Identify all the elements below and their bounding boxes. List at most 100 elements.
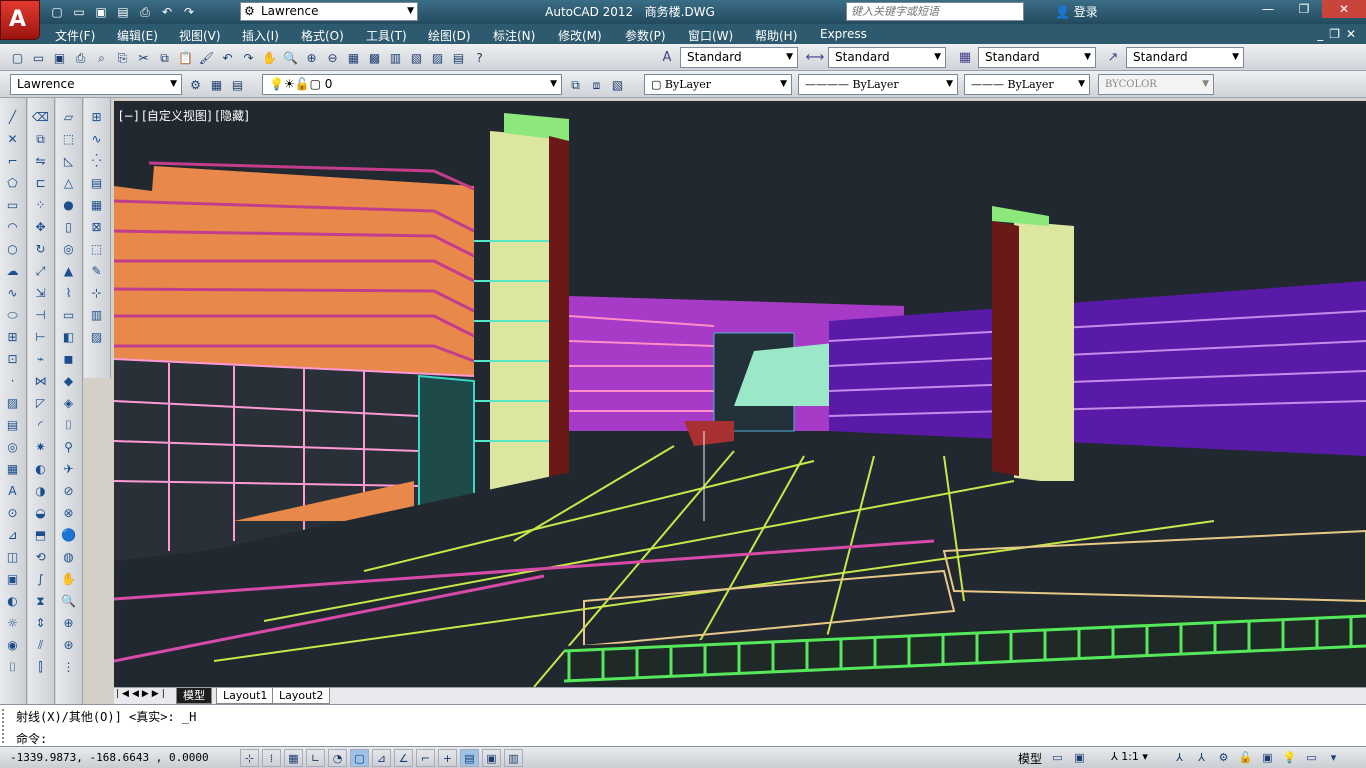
sphere-material-icon[interactable]: 🔵: [59, 526, 78, 545]
object-snap-tracking-icon[interactable]: ∠: [394, 749, 413, 767]
object-snap-icon[interactable]: ▢: [350, 749, 369, 767]
3d-object-snap-icon[interactable]: ⊿: [372, 749, 391, 767]
break-icon[interactable]: ⌁: [31, 350, 50, 369]
layer-select[interactable]: 💡☀🔓▢ 0 ▼: [262, 74, 562, 95]
search-input[interactable]: 键入关键字或短语: [846, 2, 1024, 21]
print-icon[interactable]: ⎙: [136, 3, 154, 21]
walk-icon[interactable]: ⚲: [59, 438, 78, 457]
preview-icon[interactable]: ⌕: [92, 48, 111, 67]
minimize-button[interactable]: —: [1250, 0, 1286, 18]
layer-properties-icon[interactable]: ▤: [228, 75, 247, 94]
nodes-icon[interactable]: ⁛: [87, 152, 106, 171]
zoom-window-icon[interactable]: ⊕: [302, 48, 321, 67]
insert-block-icon[interactable]: ⊞: [3, 328, 22, 347]
table-icon[interactable]: ▦: [3, 460, 22, 479]
layer-states-icon[interactable]: ▧: [608, 75, 627, 94]
fly-icon[interactable]: ✈: [59, 460, 78, 479]
zoom-realtime-icon[interactable]: 🔍: [281, 48, 300, 67]
explode-icon[interactable]: ✷: [31, 438, 50, 457]
help-icon[interactable]: ?: [470, 48, 489, 67]
workspace-combo[interactable]: Lawrence ▼: [10, 74, 182, 95]
polyline-icon[interactable]: ⌐: [3, 152, 22, 171]
hatch-icon[interactable]: ▨: [3, 394, 22, 413]
scale-icon[interactable]: ⤢: [31, 262, 50, 281]
annotation-visibility-icon[interactable]: ⅄: [1170, 749, 1189, 767]
move-icon[interactable]: ✥: [31, 218, 50, 237]
block-icon[interactable]: ⊗: [59, 504, 78, 523]
subtract-icon[interactable]: ◑: [31, 482, 50, 501]
open-icon[interactable]: ▭: [70, 3, 88, 21]
camera-icon[interactable]: ⌷: [3, 658, 22, 677]
new-icon[interactable]: ▢: [8, 48, 27, 67]
offset-icon[interactable]: ⊏: [31, 174, 50, 193]
color-select[interactable]: ▢ ByLayer ▼: [644, 74, 792, 95]
edit-icon[interactable]: ✎: [87, 262, 106, 281]
customize-icon[interactable]: ▦: [207, 75, 226, 94]
menu-insert[interactable]: 插入(I): [242, 27, 279, 44]
tab-layout2[interactable]: Layout2: [272, 688, 331, 704]
cut-icon[interactable]: ✂: [134, 48, 153, 67]
grid-display-icon[interactable]: ▦: [284, 749, 303, 767]
lineweight-select[interactable]: ——— ByLayer ▼: [964, 74, 1090, 95]
cylinder-icon[interactable]: ▯: [59, 218, 78, 237]
menu-view[interactable]: 视图(V): [179, 27, 221, 44]
make-block-icon[interactable]: ⊡: [3, 350, 22, 369]
presspull-icon[interactable]: ⇕: [31, 614, 50, 633]
save-as-icon[interactable]: ▤: [114, 3, 132, 21]
gradient-icon[interactable]: ▤: [3, 416, 22, 435]
drawing-viewport[interactable]: [−] [自定义视图] [隐藏]: [114, 101, 1366, 687]
undo-icon[interactable]: ↶: [158, 3, 176, 21]
sphere-icon[interactable]: ●: [59, 196, 78, 215]
model-space-label[interactable]: 模型: [1018, 750, 1042, 767]
torus-icon[interactable]: ◎: [59, 240, 78, 259]
arc-icon[interactable]: ◠: [3, 218, 22, 237]
zoom-icon[interactable]: 🔍: [59, 592, 78, 611]
tab-model[interactable]: 模型: [176, 688, 212, 704]
clean-screen-icon[interactable]: ▭: [1302, 749, 1321, 767]
construction-line-icon[interactable]: ✕: [3, 130, 22, 149]
save-icon[interactable]: ▣: [92, 3, 110, 21]
hatch-panel-icon[interactable]: ▨: [87, 328, 106, 347]
viewport-icon[interactable]: ▣: [3, 570, 22, 589]
extend-icon[interactable]: ⊢: [31, 328, 50, 347]
rotate-icon[interactable]: ↻: [31, 240, 50, 259]
menu-edit[interactable]: 编辑(E): [117, 27, 158, 44]
loft-icon[interactable]: ⧗: [31, 592, 50, 611]
section-icon[interactable]: ⫿: [31, 658, 50, 677]
menu-tools[interactable]: 工具(T): [366, 27, 407, 44]
menu-format[interactable]: 格式(O): [301, 27, 344, 44]
select-icon[interactable]: ⬚: [87, 240, 106, 259]
tool-palettes-icon[interactable]: ▥: [386, 48, 405, 67]
array-icon[interactable]: ⁘: [31, 196, 50, 215]
camera-view-icon[interactable]: ⌷: [59, 416, 78, 435]
new-icon[interactable]: ▢: [48, 3, 66, 21]
ortho-mode-icon[interactable]: ∟: [306, 749, 325, 767]
restore-button[interactable]: ❐: [1286, 0, 1322, 18]
text-style-select[interactable]: Standard ▼: [680, 47, 798, 68]
lights-icon[interactable]: ☼: [3, 614, 22, 633]
mirror-icon[interactable]: ⇋: [31, 152, 50, 171]
calculator-icon[interactable]: ▤: [449, 48, 468, 67]
paste-icon[interactable]: 📋: [176, 48, 195, 67]
showmotion-icon[interactable]: ⋮: [59, 658, 78, 677]
snap-mode-icon[interactable]: ⁞: [262, 749, 281, 767]
save-icon[interactable]: ▣: [50, 48, 69, 67]
polysolid-icon[interactable]: ▱: [59, 108, 78, 127]
slice-icon[interactable]: ⫽: [31, 636, 50, 655]
sweep-icon[interactable]: ∫: [31, 570, 50, 589]
materials-icon[interactable]: ◉: [3, 636, 22, 655]
extrude-icon[interactable]: ⬒: [31, 526, 50, 545]
line-icon[interactable]: ╱: [3, 108, 22, 127]
rectangle-icon[interactable]: ▭: [3, 196, 22, 215]
render-icon[interactable]: ◐: [3, 592, 22, 611]
steering-wheel-icon[interactable]: ⊛: [59, 636, 78, 655]
menu-window[interactable]: 窗口(W): [688, 27, 733, 44]
copy-object-icon[interactable]: ⧉: [31, 130, 50, 149]
mleader-style-select[interactable]: Standard ▼: [1126, 47, 1244, 68]
annotation-scale[interactable]: ⅄ 1:1 ▾: [1111, 750, 1148, 763]
quick-view-drawings-icon[interactable]: ▣: [1070, 749, 1089, 767]
design-center-icon[interactable]: ▩: [365, 48, 384, 67]
login-button[interactable]: 👤 登录: [1055, 3, 1098, 20]
delete-view-icon[interactable]: ⊠: [87, 218, 106, 237]
menu-express[interactable]: Express: [820, 27, 867, 41]
